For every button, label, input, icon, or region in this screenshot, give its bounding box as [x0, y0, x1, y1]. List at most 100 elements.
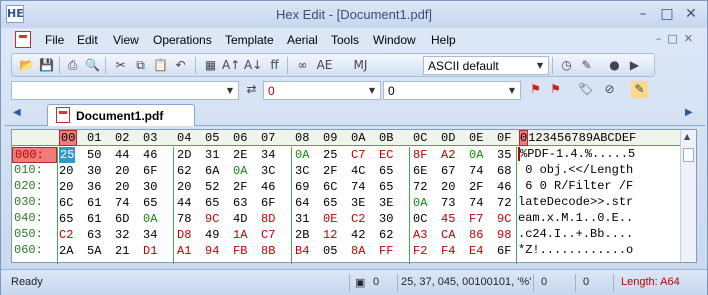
hex-cell[interactable]: 36	[87, 180, 101, 194]
hex-cell[interactable]: 34	[143, 228, 157, 242]
hex-cell[interactable]: 30	[379, 212, 393, 226]
clock-icon[interactable]: ◷	[558, 57, 575, 74]
hex-cell[interactable]: 8A	[351, 244, 365, 258]
address-combo-dec[interactable]: 0 ▼	[383, 81, 521, 100]
ascii-row[interactable]: eam.x.M.1..0.E..	[518, 211, 633, 227]
hex-cell[interactable]: EC	[379, 148, 393, 162]
cut-icon[interactable]: ✂	[112, 57, 129, 74]
hex-cell[interactable]: 61	[87, 196, 101, 210]
hex-cell[interactable]: A2	[441, 148, 455, 162]
hex-cell[interactable]: 68	[497, 164, 511, 178]
hex-cell[interactable]: 0C	[413, 212, 427, 226]
hex-cell[interactable]: 21	[115, 244, 129, 258]
hex-cell[interactable]: 32	[115, 228, 129, 242]
hex-cell[interactable]: 46	[497, 180, 511, 194]
hex-cell[interactable]: 20	[115, 180, 129, 194]
properties-icon[interactable]: ✎	[631, 81, 648, 98]
hex-cell[interactable]: 98	[497, 228, 511, 242]
hex-cell[interactable]: 9C	[205, 212, 219, 226]
hex-cell[interactable]: 20	[177, 180, 191, 194]
hex-cell[interactable]: F7	[469, 212, 483, 226]
ascii-row[interactable]: %PDF-1.4.%.....5	[518, 147, 635, 163]
hex-cell[interactable]: 12	[323, 228, 337, 242]
hex-cell[interactable]: 6E	[413, 164, 427, 178]
highlight-icon[interactable]: ✎	[578, 57, 595, 74]
hex-cell[interactable]: 30	[87, 164, 101, 178]
close-button[interactable]: ✕	[679, 5, 703, 23]
hex-cell[interactable]: C2	[351, 212, 365, 226]
hex-cell[interactable]: 78	[177, 212, 191, 226]
maximize-button[interactable]: □	[655, 5, 679, 23]
hex-cell[interactable]: 4D	[233, 212, 247, 226]
tab-document1[interactable]: Document1.pdf	[47, 104, 195, 126]
hex-cell[interactable]: 62	[177, 164, 191, 178]
hex-cell[interactable]: 6F	[261, 196, 275, 210]
hex-cell[interactable]: 72	[497, 196, 511, 210]
hex-cell[interactable]: 6C	[323, 180, 337, 194]
open-icon[interactable]: 📂	[18, 57, 35, 74]
hex-cell[interactable]: 42	[351, 228, 365, 242]
bookmark-icon[interactable]: ⚑	[527, 81, 544, 98]
menu-operations[interactable]: Operations	[153, 33, 212, 47]
record-icon[interactable]: ●	[606, 57, 623, 74]
hex-cell[interactable]: FF	[379, 244, 393, 258]
hex-cell[interactable]: 0A	[143, 212, 157, 226]
hex-cell[interactable]: 63	[233, 196, 247, 210]
hex-cell[interactable]: 34	[261, 148, 275, 162]
hex-cell[interactable]: 35	[497, 148, 511, 162]
menu-help[interactable]: Help	[431, 33, 456, 47]
address-combo-hex[interactable]: 0 ▼	[263, 81, 381, 100]
tab-scroll-left-icon[interactable]: ◀	[13, 107, 21, 118]
hex-cell[interactable]: 6D	[115, 212, 129, 226]
hex-cell[interactable]: 72	[413, 180, 427, 194]
hex-cell[interactable]: 65	[379, 164, 393, 178]
clear-tag-icon[interactable]: ⊘	[601, 81, 618, 98]
document-icon[interactable]	[15, 31, 31, 48]
hex-grid[interactable]: 00 01 02 03 04 05 06 07 08 09 0A 0B 0C 0…	[11, 129, 697, 264]
find-icon[interactable]: ⇄	[243, 81, 260, 98]
menu-tools[interactable]: Tools	[331, 33, 359, 47]
hex-cell[interactable]: 50	[87, 148, 101, 162]
hex-cell[interactable]: 65	[143, 196, 157, 210]
hex-cell[interactable]: 2D	[177, 148, 191, 162]
menu-window[interactable]: Window	[373, 33, 416, 47]
menu-aerial[interactable]: Aerial	[287, 33, 318, 47]
hex-cell[interactable]: 6A	[205, 164, 219, 178]
vertical-scrollbar[interactable]: ▲	[680, 130, 696, 262]
hex-cell[interactable]: 4C	[351, 164, 365, 178]
tab-scroll-right-icon[interactable]: ▶	[685, 107, 693, 118]
scroll-up-icon[interactable]: ▲	[684, 132, 690, 141]
hex-cell[interactable]: 5A	[87, 244, 101, 258]
font-shrink-icon[interactable]: A↓	[244, 57, 262, 74]
minimize-button[interactable]: –	[631, 5, 655, 23]
bookmark-next-icon[interactable]: ⚑	[547, 81, 564, 98]
hex-cell[interactable]: 6F	[143, 164, 157, 178]
hex-cell[interactable]: 46	[143, 148, 157, 162]
hex-cell[interactable]: D1	[143, 244, 157, 258]
ascii-row[interactable]: lateDecode>>.str	[518, 195, 633, 211]
hex-cell[interactable]: 2F	[469, 180, 483, 194]
hex-cell[interactable]: 74	[351, 180, 365, 194]
paste-icon[interactable]: 📋	[152, 57, 169, 74]
hex-cell[interactable]: 44	[177, 196, 191, 210]
autofit-icon[interactable]: AE	[316, 57, 333, 74]
hex-cell[interactable]: 0A	[233, 164, 247, 178]
hex-cell[interactable]: 65	[59, 212, 73, 226]
hex-cell[interactable]: 9C	[497, 212, 511, 226]
mdi-window-buttons[interactable]: –□✕	[656, 32, 699, 45]
hex-cell[interactable]: 74	[115, 196, 129, 210]
hex-cell[interactable]: CA	[441, 228, 455, 242]
binary-icon[interactable]: ∞	[294, 57, 311, 74]
hex-cell[interactable]: 30	[143, 180, 157, 194]
hex-cell[interactable]: 74	[469, 164, 483, 178]
hex-cell[interactable]: 62	[379, 228, 393, 242]
hex-cell[interactable]: C2	[59, 228, 73, 242]
ebcdic-icon[interactable]: ff	[266, 57, 283, 74]
hex-cell[interactable]: FB	[233, 244, 247, 258]
hex-cell[interactable]: 3E	[379, 196, 393, 210]
undo-icon[interactable]: ↶	[172, 57, 189, 74]
hex-cell[interactable]: 6F	[497, 244, 511, 258]
ascii-row[interactable]: *Z!............o	[518, 243, 633, 259]
hex-cell[interactable]: 65	[379, 180, 393, 194]
hex-cell[interactable]: 74	[469, 196, 483, 210]
